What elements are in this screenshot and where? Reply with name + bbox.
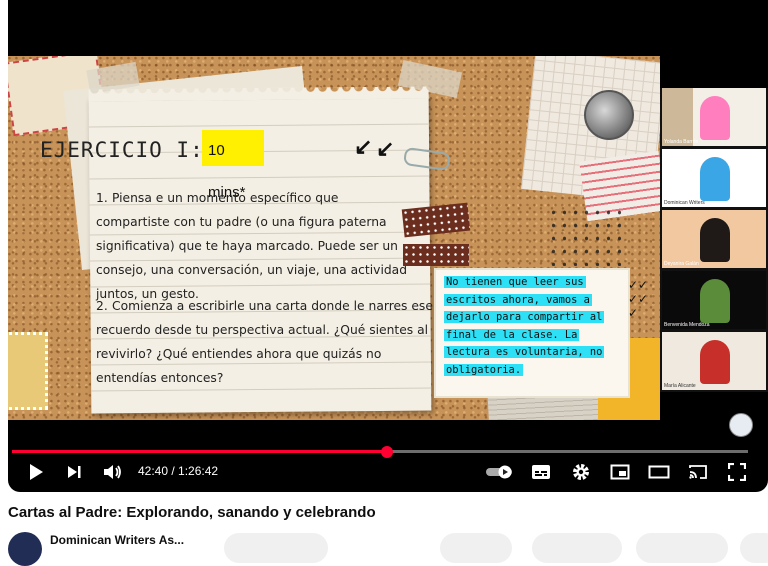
participant-name: Deyanira Galán	[664, 261, 699, 267]
arrow-icon: ↙	[376, 136, 395, 161]
participant-video	[700, 96, 730, 140]
participant-name: Benvenida Mendoza	[664, 322, 710, 328]
time-badge: 10 mins*	[202, 130, 264, 201]
note-card-text: No tienen que leer sus escritos ahora, v…	[444, 276, 605, 376]
participant-tile: Yolanda Barrón	[662, 88, 766, 146]
video-player[interactable]: EJERCICIO I: 10 mins* ↙ ↙ 1. Piensa e un …	[8, 0, 768, 492]
next-button[interactable]	[62, 460, 86, 484]
theater-mode-button[interactable]	[647, 460, 671, 484]
play-button[interactable]	[24, 460, 48, 484]
next-icon	[68, 466, 81, 478]
participant-strip: Yolanda Barrón Dominican Writers Deyanir…	[660, 88, 768, 392]
channel-watermark-icon[interactable]	[729, 413, 753, 437]
participant-video	[700, 218, 730, 262]
theater-icon	[648, 465, 670, 479]
participant-name: Dominican Writers	[664, 200, 705, 206]
participant-name: Yolanda Barrón	[664, 139, 699, 145]
time-separator: /	[168, 464, 179, 478]
duration: 1:26:42	[178, 464, 219, 478]
channel-name[interactable]: Dominican Writers As...	[50, 533, 184, 547]
cast-icon	[689, 465, 707, 479]
progress-played	[12, 450, 388, 453]
play-icon	[30, 464, 43, 480]
autoplay-toggle-icon	[486, 465, 512, 479]
item-text: Piensa e un momento específico que compa…	[96, 191, 408, 301]
cast-button[interactable]	[686, 460, 710, 484]
channel-avatar[interactable]	[8, 532, 42, 566]
progress-bar[interactable]	[12, 445, 748, 458]
video-title[interactable]: Cartas al Padre: Explorando, sanando y c…	[8, 504, 376, 521]
miniplayer-icon	[610, 464, 630, 480]
settings-icon	[573, 464, 589, 480]
checkmarks-decoration: ✓✓ ✓✓ ✓	[628, 278, 649, 320]
arrow-icon: ↙	[354, 134, 373, 159]
subtitles-button[interactable]	[529, 460, 553, 484]
dots-decoration	[548, 206, 628, 266]
current-time: 42:40	[138, 464, 169, 478]
coin-decoration	[584, 90, 634, 140]
autoplay-toggle[interactable]	[484, 460, 516, 484]
volume-icon	[104, 465, 121, 479]
miniplayer-button[interactable]	[608, 460, 632, 484]
participant-video	[700, 279, 730, 323]
item-number: 1.	[96, 191, 108, 205]
exercise-item-2: 2. Comienza a escribirle una carta donde …	[96, 294, 436, 390]
exercise-item-1: 1. Piensa e un momento específico que com…	[96, 186, 416, 306]
participant-name: María Alicante	[664, 383, 696, 389]
participant-tile: Dominican Writers	[662, 149, 766, 207]
subtitles-icon	[532, 465, 550, 479]
participant-video	[700, 340, 730, 384]
participant-tile: Deyanira Galán	[662, 210, 766, 268]
polka-tape-decoration	[401, 202, 471, 238]
time-display: 42:40 / 1:26:42	[138, 464, 218, 478]
video-frame-slide: EJERCICIO I: 10 mins* ↙ ↙ 1. Piensa e un …	[8, 56, 660, 420]
volume-button[interactable]	[100, 460, 126, 484]
item-text: Comienza a escribirle una carta donde le…	[96, 299, 433, 385]
fullscreen-icon	[728, 463, 746, 481]
notebook-torn-edge	[88, 86, 429, 102]
participant-tile: Benvenida Mendoza	[662, 271, 766, 329]
participant-tile: María Alicante	[662, 332, 766, 390]
item-number: 2.	[96, 299, 108, 313]
stamp-decoration	[8, 332, 48, 410]
progress-scrubber[interactable]	[381, 445, 394, 458]
fullscreen-button[interactable]	[725, 460, 749, 484]
exercise-title: EJERCICIO I:	[40, 138, 204, 162]
settings-button[interactable]	[569, 460, 593, 484]
participant-video	[700, 157, 730, 201]
polka-tape-decoration	[403, 244, 469, 266]
